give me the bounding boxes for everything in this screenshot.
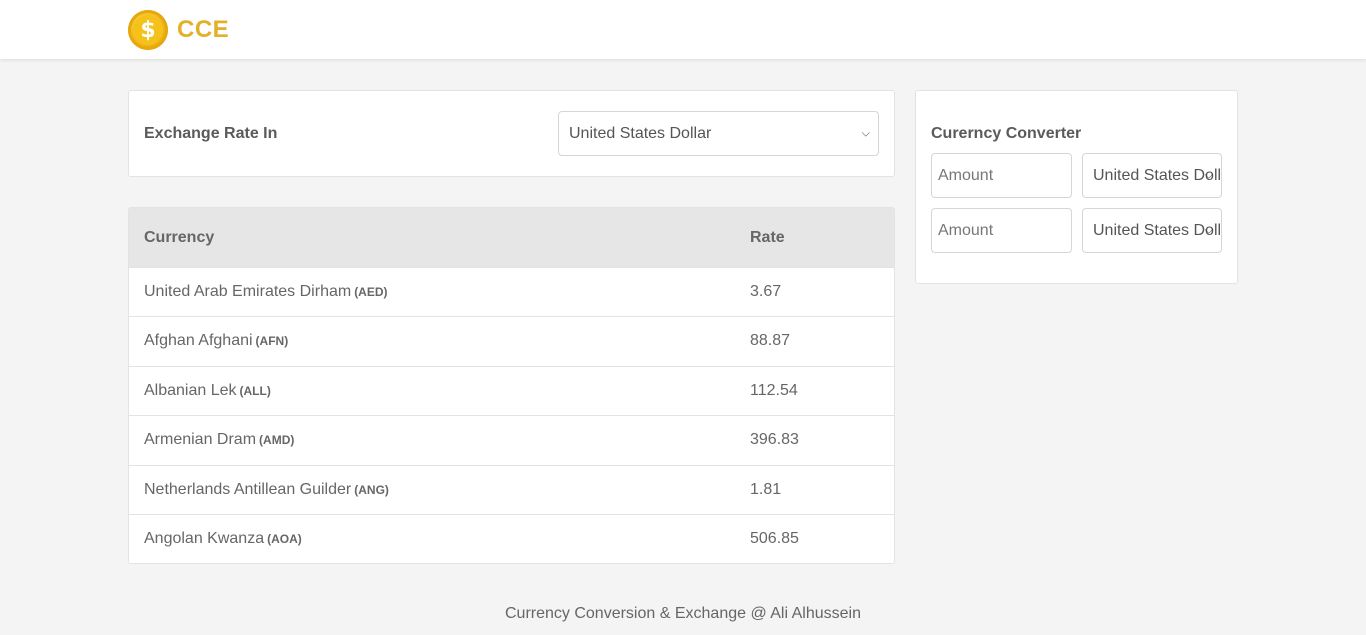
page-footer: Currency Conversion & Exchange @ Ali Alh… — [0, 605, 1366, 623]
base-currency-select[interactable]: United States Dollar ⌵ — [558, 111, 879, 156]
currency-name: Afghan Afghani — [144, 332, 253, 349]
to-currency-select[interactable]: United States Dollar ⌵ — [1082, 208, 1222, 253]
table-row: Albanian Lek (ALL) 112.54 — [129, 366, 894, 415]
currency-code: (ANG) — [354, 483, 389, 497]
dollar-coin-icon: $ — [128, 10, 168, 50]
currency-code: (AFN) — [255, 334, 289, 348]
currency-name: Netherlands Antillean Guilder — [144, 481, 352, 498]
currency-cell: Albanian Lek (ALL) — [144, 382, 271, 400]
to-amount-input[interactable]: Amount — [931, 208, 1072, 253]
table-header: Currency Rate — [129, 208, 894, 267]
from-amount-input[interactable]: Amount — [931, 153, 1072, 198]
currency-cell: Armenian Dram (AMD) — [144, 431, 294, 449]
rate-cell: 1.81 — [750, 481, 782, 498]
rate-cell: 112.54 — [750, 382, 798, 399]
rate-cell: 3.67 — [750, 283, 782, 300]
currency-cell: Angolan Kwanza (AOA) — [144, 530, 302, 548]
converter-title: Curerncy Converter — [931, 125, 1082, 142]
dollar-sign: $ — [133, 15, 163, 45]
base-currency-value: United States Dollar — [569, 124, 712, 142]
currency-cell: United Arab Emirates Dirham (AED) — [144, 283, 388, 301]
table-row: Angolan Kwanza (AOA) 506.85 — [129, 514, 894, 563]
brand-name: CCE — [177, 16, 230, 43]
table-row: Armenian Dram (AMD) 396.83 — [129, 415, 894, 464]
currency-name: Angolan Kwanza — [144, 530, 265, 547]
chevron-down-icon: ⌵ — [1204, 224, 1213, 236]
rate-cell: 506.85 — [750, 530, 799, 547]
chevron-down-icon: ⌵ — [861, 127, 870, 139]
currency-cell: Netherlands Antillean Guilder (ANG) — [144, 481, 389, 499]
currency-code: (AOA) — [267, 532, 302, 546]
from-currency-value: United States Dollar — [1093, 166, 1222, 184]
exchange-rate-label: Exchange Rate In — [144, 125, 278, 142]
currency-cell: Afghan Afghani (AFN) — [144, 332, 288, 350]
brand-home-link[interactable]: $ CCE — [128, 10, 229, 50]
currency-name: Armenian Dram — [144, 431, 257, 448]
currency-name: United Arab Emirates Dirham — [144, 283, 352, 300]
currency-name: Albanian Lek — [144, 382, 237, 399]
currency-code: (AMD) — [259, 433, 295, 447]
currency-code: (ALL) — [239, 384, 271, 398]
table-row: Netherlands Antillean Guilder (ANG) 1.81 — [129, 465, 894, 514]
rate-cell: 88.87 — [750, 332, 791, 349]
column-header-currency: Currency — [144, 229, 215, 246]
exchange-rate-panel: Exchange Rate In United States Dollar ⌵ — [128, 90, 895, 177]
chevron-down-icon: ⌵ — [1204, 169, 1213, 181]
top-navbar: $ CCE — [0, 0, 1366, 59]
from-amount-placeholder: Amount — [938, 166, 994, 184]
currency-code: (AED) — [354, 285, 388, 299]
rates-table: Currency Rate United Arab Emirates Dirha… — [128, 207, 895, 564]
column-header-rate: Rate — [750, 229, 785, 246]
currency-converter-panel: Curerncy Converter Amount United States … — [915, 90, 1238, 284]
table-row: Afghan Afghani (AFN) 88.87 — [129, 316, 894, 365]
to-currency-value: United States Dollar — [1093, 221, 1222, 239]
footer-text: Currency Conversion & Exchange @ Ali Alh… — [505, 605, 861, 622]
table-row: United Arab Emirates Dirham (AED) 3.67 — [129, 267, 894, 316]
to-amount-placeholder: Amount — [938, 221, 994, 239]
from-currency-select[interactable]: United States Dollar ⌵ — [1082, 153, 1222, 198]
rate-cell: 396.83 — [750, 431, 799, 448]
